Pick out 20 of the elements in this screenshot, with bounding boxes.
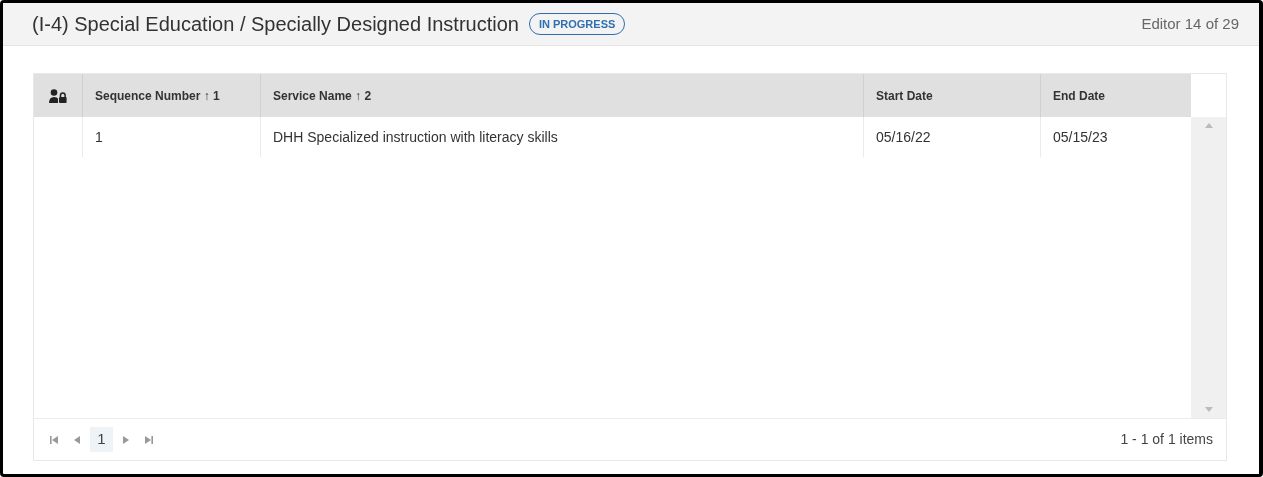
user-lock-icon [49, 88, 67, 103]
editor-position: Editor 14 of 29 [1141, 13, 1239, 34]
scrollbar[interactable] [1191, 117, 1226, 418]
table-cell-text: 05/16/22 [876, 127, 931, 147]
column-header[interactable]: Start Date [876, 86, 933, 105]
table-cell-text: 05/15/23 [1053, 127, 1108, 147]
table-cell-text: DHH Specialized instruction with literacy skills [273, 127, 558, 147]
column-header[interactable]: Sequence Number ↑ 1 [95, 86, 220, 105]
scroll-down-icon[interactable] [1204, 407, 1213, 412]
table-cell-text: 1 [95, 127, 103, 147]
scroll-up-icon[interactable] [1204, 123, 1213, 128]
column-header[interactable]: Service Name ↑ 2 [273, 86, 372, 105]
first-page-icon[interactable] [50, 436, 58, 445]
last-page-icon[interactable] [145, 436, 153, 445]
previous-page-icon[interactable] [74, 436, 80, 445]
page-button[interactable]: 1 [90, 427, 113, 452]
next-page-icon[interactable] [123, 436, 129, 445]
column-header[interactable]: End Date [1053, 86, 1105, 105]
item-count: 1 - 1 of 1 items [1120, 430, 1214, 449]
section-title: (I-4) Special Education / Specially Designed Instruction [32, 12, 519, 37]
